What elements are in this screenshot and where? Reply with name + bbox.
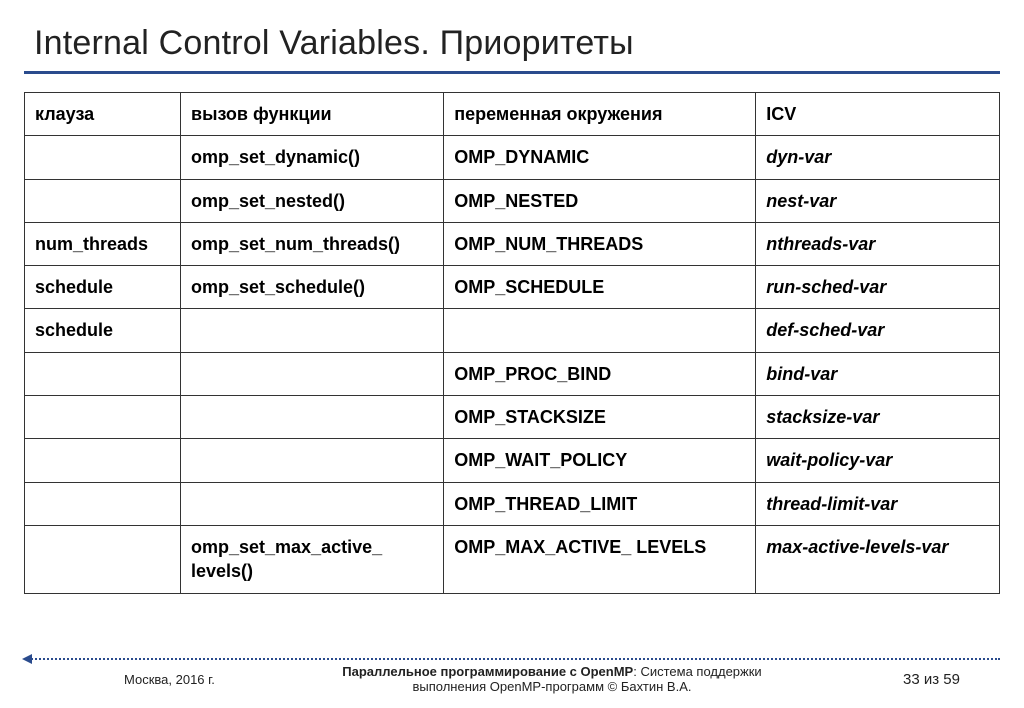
table-row: omp_set_max_active_ levels()OMP_MAX_ACTI… (25, 525, 1000, 593)
table-row: OMP_PROC_BINDbind-var (25, 352, 1000, 395)
col-header-call: вызов функции (181, 93, 444, 136)
cell-env: OMP_SCHEDULE (444, 266, 756, 309)
table-row: OMP_THREAD_LIMITthread-limit-var (25, 482, 1000, 525)
footer-left: Москва, 2016 г. (24, 672, 304, 687)
cell-clause (25, 439, 181, 482)
icv-table: клауза вызов функции переменная окружени… (24, 92, 1000, 594)
arrow-left-icon (22, 654, 32, 664)
title-rule (24, 71, 1000, 74)
cell-clause (25, 525, 181, 593)
cell-clause (25, 136, 181, 179)
table-row: OMP_STACKSIZEstacksize-var (25, 396, 1000, 439)
cell-icv: bind-var (756, 352, 1000, 395)
cell-env: OMP_STACKSIZE (444, 396, 756, 439)
cell-call (181, 439, 444, 482)
cell-call: omp_set_max_active_ levels() (181, 525, 444, 593)
cell-icv: thread-limit-var (756, 482, 1000, 525)
cell-call (181, 396, 444, 439)
cell-icv: max-active-levels-var (756, 525, 1000, 593)
table-row: omp_set_dynamic()OMP_DYNAMICdyn-var (25, 136, 1000, 179)
cell-icv: nthreads-var (756, 222, 1000, 265)
cell-call (181, 482, 444, 525)
cell-call: omp_set_nested() (181, 179, 444, 222)
footer-center-bold: Параллельное программирование с OpenMP (342, 664, 633, 679)
cell-icv: def-sched-var (756, 309, 1000, 352)
table-row: scheduleomp_set_schedule()OMP_SCHEDULEru… (25, 266, 1000, 309)
slide-title: Internal Control Variables. Приоритеты (34, 24, 1000, 63)
cell-clause (25, 396, 181, 439)
cell-clause (25, 179, 181, 222)
table-row: omp_set_nested()OMP_NESTEDnest-var (25, 179, 1000, 222)
cell-clause (25, 352, 181, 395)
cell-call (181, 309, 444, 352)
footer-center: Параллельное программирование с OpenMP: … (304, 664, 800, 694)
cell-call: omp_set_num_threads() (181, 222, 444, 265)
cell-env: OMP_DYNAMIC (444, 136, 756, 179)
cell-env: OMP_MAX_ACTIVE_ LEVELS (444, 525, 756, 593)
col-header-env: переменная окружения (444, 93, 756, 136)
cell-icv: stacksize-var (756, 396, 1000, 439)
cell-clause: num_threads (25, 222, 181, 265)
footer-divider (24, 658, 1000, 660)
cell-call: omp_set_schedule() (181, 266, 444, 309)
cell-icv: nest-var (756, 179, 1000, 222)
col-header-icv: ICV (756, 93, 1000, 136)
col-header-clause: клауза (25, 93, 181, 136)
table-row: OMP_WAIT_POLICYwait-policy-var (25, 439, 1000, 482)
cell-icv: run-sched-var (756, 266, 1000, 309)
cell-clause (25, 482, 181, 525)
cell-call (181, 352, 444, 395)
cell-clause: schedule (25, 266, 181, 309)
cell-env: OMP_NUM_THREADS (444, 222, 756, 265)
footer-page: 33 из 59 (800, 671, 1000, 688)
cell-env: OMP_PROC_BIND (444, 352, 756, 395)
cell-env: OMP_WAIT_POLICY (444, 439, 756, 482)
cell-env: OMP_THREAD_LIMIT (444, 482, 756, 525)
cell-call: omp_set_dynamic() (181, 136, 444, 179)
cell-icv: dyn-var (756, 136, 1000, 179)
table-row: schedule def-sched-var (25, 309, 1000, 352)
cell-icv: wait-policy-var (756, 439, 1000, 482)
cell-env: OMP_NESTED (444, 179, 756, 222)
table-header-row: клауза вызов функции переменная окружени… (25, 93, 1000, 136)
cell-clause: schedule (25, 309, 181, 352)
cell-env (444, 309, 756, 352)
table-row: num_threadsomp_set_num_threads()OMP_NUM_… (25, 222, 1000, 265)
